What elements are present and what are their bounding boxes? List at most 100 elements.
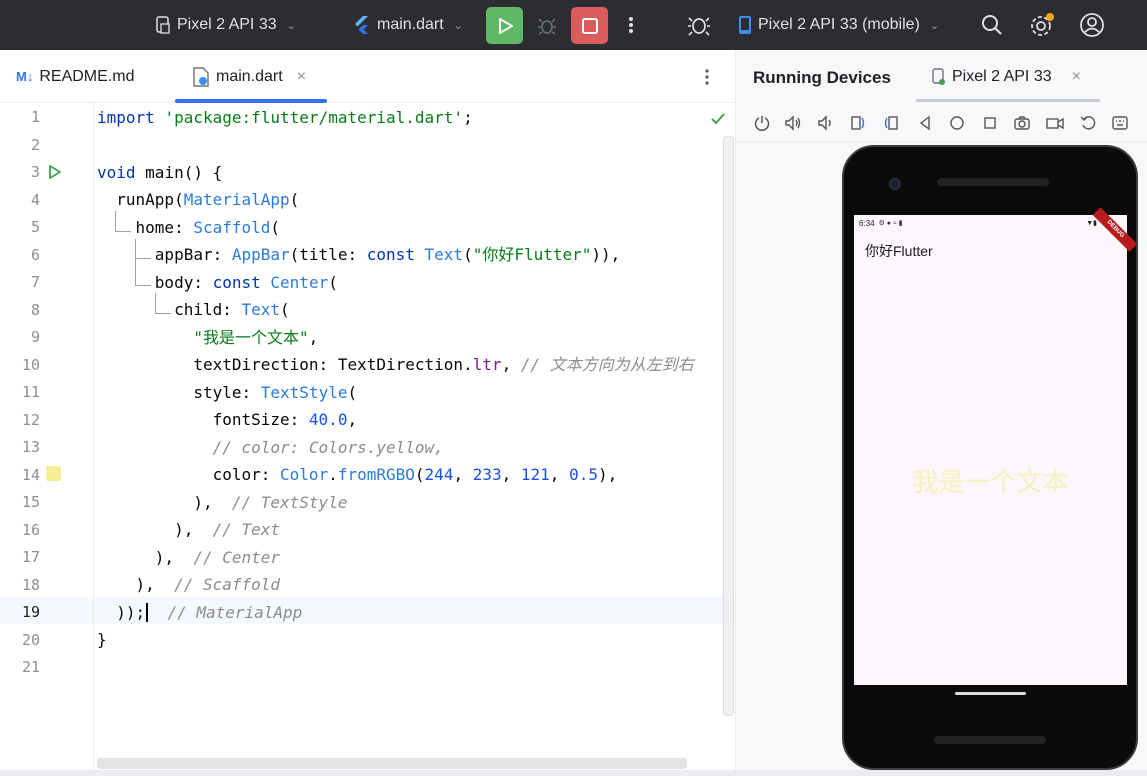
overview-icon[interactable] <box>981 114 999 132</box>
code-token: ), <box>97 548 194 567</box>
rotate-right-icon[interactable] <box>882 114 900 132</box>
power-icon[interactable] <box>753 114 771 132</box>
code-token: Color <box>280 465 329 484</box>
code-token: Scaffold <box>193 218 271 237</box>
settings-button[interactable] <box>1029 0 1055 50</box>
code-line-18: ), // Scaffold <box>97 571 281 598</box>
close-icon[interactable]: × <box>297 68 306 86</box>
line-number: 3 <box>30 163 40 181</box>
undo-icon[interactable] <box>1079 114 1097 132</box>
screen-record-icon[interactable] <box>1046 114 1064 132</box>
code-token: import <box>97 108 155 127</box>
more-vertical-icon <box>705 68 709 85</box>
editor-tabs: M↓ README.md main.dart × <box>0 50 735 103</box>
active-tab-indicator <box>916 99 1100 102</box>
code-token: ( <box>347 383 358 402</box>
camera-icon[interactable] <box>1013 114 1031 132</box>
code-token: ), <box>97 575 175 594</box>
stop-icon <box>581 17 598 34</box>
tab-options-button[interactable] <box>704 50 710 103</box>
code-line-10: textDirection: TextDirection.ltr, // 文本方… <box>97 351 693 378</box>
speaker-grill <box>937 178 1049 186</box>
code-token: ( <box>270 218 281 237</box>
line-number: 13 <box>21 438 40 456</box>
code-token: void <box>97 163 136 182</box>
code-token: "你好Flutter" <box>472 245 592 264</box>
code-token: )); <box>97 603 146 622</box>
line-gutter: 1 2 3 4 5 6 7 8 9 10 11 12 13 14 15 16 17 18 19 20 21 <box>0 103 94 776</box>
horizontal-scrollbar[interactable] <box>97 758 687 769</box>
code-line-11: style: TextStyle( <box>97 379 357 406</box>
code-token: 233 <box>472 465 502 484</box>
gesture-nav-bar[interactable] <box>955 692 1026 695</box>
attach-debugger-button[interactable] <box>686 0 712 50</box>
code-token: (title: <box>289 245 367 264</box>
code-token: , <box>501 355 521 374</box>
run-gutter-icon[interactable] <box>47 164 63 180</box>
volume-up-icon[interactable] <box>784 114 802 132</box>
device-selector[interactable]: Pixel 2 API 33 ⌄ <box>155 0 296 50</box>
code-token: TextStyle <box>260 383 348 402</box>
code-token: body: <box>97 273 213 292</box>
run-config-label: main.dart <box>377 16 444 33</box>
home-icon[interactable] <box>948 114 966 132</box>
running-devices-header: Running Devices Pixel 2 API 33 × <box>736 50 1147 103</box>
code-token: ), <box>597 465 618 484</box>
account-button[interactable] <box>1079 0 1105 50</box>
code-token: ( <box>280 300 290 319</box>
vertical-scrollbar[interactable] <box>723 136 734 716</box>
device-icon <box>156 16 170 34</box>
device-status-icon <box>932 68 945 85</box>
code-token: ( <box>463 245 473 264</box>
more-actions-button[interactable] <box>626 0 636 50</box>
code-editor[interactable]: 1 2 3 4 5 6 7 8 9 10 11 12 13 14 15 16 17 18 19 20 21 import… <box>0 103 735 776</box>
code-token: 121 <box>520 465 550 484</box>
debug-button[interactable] <box>536 0 558 50</box>
code-token: home: <box>97 218 194 237</box>
code-token: runApp( <box>97 190 184 209</box>
search-button[interactable] <box>980 0 1004 50</box>
stop-button[interactable] <box>571 7 608 44</box>
code-line-14: color: Color.fromRGBO(244, 233, 121, 0.5… <box>97 461 618 488</box>
color-preview-swatch[interactable] <box>46 466 61 481</box>
volume-down-icon[interactable] <box>816 114 834 132</box>
check-icon <box>711 113 725 125</box>
code-token: MaterialApp <box>183 190 290 209</box>
code-token: 244 <box>424 465 454 484</box>
code-token: Text <box>241 300 281 319</box>
dart-file-icon <box>193 66 209 87</box>
tab-main-dart[interactable]: main.dart × <box>192 50 306 103</box>
run-config-selector[interactable]: main.dart ⌄ <box>353 0 463 50</box>
code-token: appBar: <box>97 245 232 264</box>
back-icon[interactable] <box>916 114 934 132</box>
emulator-screen[interactable]: 6:34 ⚙ ● ≈ ▮ ▼▮ DEBUG 你好Flutter 我是一个文本 <box>854 207 1138 695</box>
divider <box>736 141 1147 142</box>
code-comment: // MaterialApp <box>148 603 303 622</box>
code-line-7: body: const Center( <box>97 269 338 296</box>
running-device-selector[interactable]: Pixel 2 API 33 (mobile) ⌄ <box>738 0 939 50</box>
code-token: "我是一个文本" <box>193 328 309 347</box>
code-token: child: <box>97 300 242 319</box>
code-comment: // Center <box>193 548 281 567</box>
tab-device[interactable]: Pixel 2 API 33 × <box>932 68 1081 86</box>
line-number: 21 <box>21 658 40 676</box>
bug-arrow-icon <box>688 17 710 36</box>
code-line-3: void main() { <box>97 159 222 186</box>
tab-readme[interactable]: M↓ README.md <box>16 50 134 103</box>
code-token: textDirection: TextDirection. <box>97 355 473 374</box>
code-token: , <box>453 465 473 484</box>
code-token: , <box>308 328 319 347</box>
code-token: ), <box>97 493 232 512</box>
rotate-left-icon[interactable] <box>849 114 867 132</box>
line-number: 11 <box>21 383 40 401</box>
code-token: 40.0 <box>308 410 348 429</box>
bug-icon <box>538 18 556 35</box>
device-selector-label: Pixel 2 API 33 <box>177 16 277 33</box>
close-icon[interactable]: × <box>1072 68 1081 86</box>
keyboard-icon[interactable] <box>1111 114 1129 132</box>
code-token: Center <box>270 273 329 292</box>
run-button[interactable] <box>486 7 523 44</box>
